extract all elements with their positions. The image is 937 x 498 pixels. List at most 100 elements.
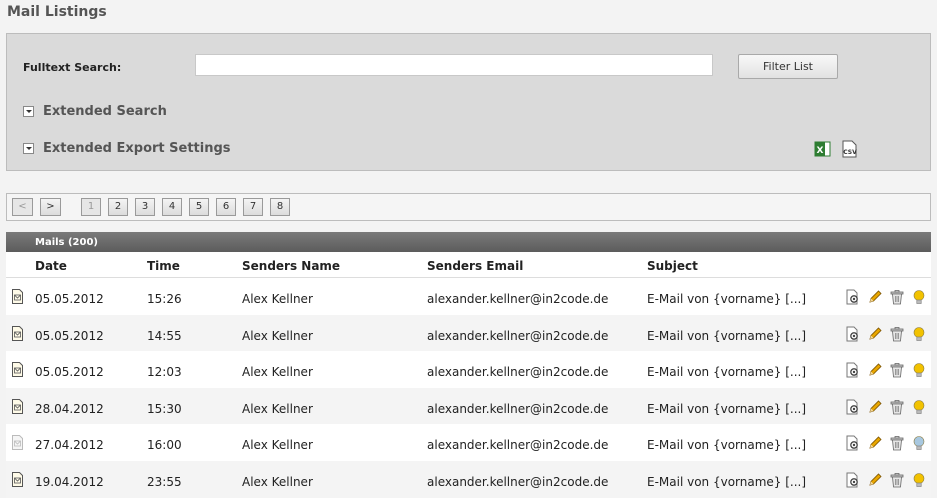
- cell-date: 28.04.2012: [35, 401, 104, 416]
- extended-export-toggle[interactable]: Extended Export Settings: [23, 141, 231, 156]
- page-button[interactable]: 8: [270, 198, 290, 216]
- cell-date: 05.05.2012: [35, 365, 104, 380]
- mails-count-title: Mails (200): [35, 237, 99, 248]
- mail-document-icon: [12, 325, 23, 341]
- extended-search-toggle[interactable]: Extended Search: [23, 104, 167, 119]
- column-header-senders-name[interactable]: Senders Name: [242, 259, 340, 273]
- cell-name: Alex Kellner: [242, 438, 313, 453]
- column-header-date[interactable]: Date: [35, 259, 67, 273]
- fulltext-search-label: Fulltext Search:: [23, 61, 122, 74]
- cell-email: alexander.kellner@in2code.de: [427, 474, 609, 489]
- edit-pencil-icon[interactable]: [867, 472, 883, 488]
- delete-trash-icon[interactable]: [889, 289, 905, 305]
- next-page-button[interactable]: >: [40, 198, 61, 216]
- view-icon[interactable]: [845, 399, 861, 415]
- cell-name: Alex Kellner: [242, 474, 313, 489]
- cell-time: 14:55: [147, 328, 182, 343]
- edit-pencil-icon[interactable]: [867, 435, 883, 451]
- delete-trash-icon[interactable]: [889, 326, 905, 342]
- page-title: Mail Listings: [7, 4, 107, 20]
- cell-name: Alex Kellner: [242, 365, 313, 380]
- cell-email: alexander.kellner@in2code.de: [427, 292, 609, 306]
- column-header-time[interactable]: Time: [147, 259, 180, 273]
- pagination-bar: < > 12345678: [6, 193, 931, 221]
- page-button[interactable]: 1: [81, 198, 101, 216]
- cell-subject: E-Mail von {vorname} [...]: [647, 292, 807, 306]
- view-icon[interactable]: [845, 362, 861, 378]
- cell-email: alexander.kellner@in2code.de: [427, 365, 609, 380]
- cell-name: Alex Kellner: [242, 328, 313, 343]
- edit-pencil-icon[interactable]: [867, 362, 883, 378]
- mail-document-icon: [12, 471, 23, 487]
- table-row[interactable]: 27.04.2012 16:00 Alex Kellner alexander.kel…: [6, 424, 931, 461]
- edit-pencil-icon[interactable]: [867, 399, 883, 415]
- mails-table: Date Time Senders Name Senders Email Sub…: [6, 252, 931, 498]
- table-header: Date Time Senders Name Senders Email Sub…: [6, 252, 931, 278]
- excel-export-icon[interactable]: X: [814, 140, 832, 158]
- cell-name: Alex Kellner: [242, 292, 313, 306]
- delete-trash-icon[interactable]: [889, 362, 905, 378]
- cell-time: 12:03: [147, 365, 182, 380]
- svg-text:CSV: CSV: [843, 149, 857, 156]
- fulltext-search-input[interactable]: [195, 54, 713, 76]
- view-icon[interactable]: [845, 326, 861, 342]
- extended-search-label: Extended Search: [43, 104, 167, 119]
- column-header-subject[interactable]: Subject: [647, 259, 698, 273]
- table-row[interactable]: 05.05.2012 14:55 Alex Kellner alexander.kel…: [6, 314, 931, 352]
- cell-date: 05.05.2012: [35, 328, 104, 343]
- view-icon[interactable]: [845, 289, 861, 305]
- delete-trash-icon[interactable]: [889, 472, 905, 488]
- mail-document-icon: [12, 362, 23, 378]
- cell-email: alexander.kellner@in2code.de: [427, 328, 609, 343]
- cell-date: 05.05.2012: [35, 292, 104, 306]
- table-row[interactable]: 19.04.2012 23:55 Alex Kellner alexander.kel…: [6, 460, 931, 498]
- cell-subject: E-Mail von {vorname} [...]: [647, 438, 807, 453]
- cell-date: 19.04.2012: [35, 474, 104, 489]
- cell-subject: E-Mail von {vorname} [...]: [647, 401, 807, 416]
- prev-page-button[interactable]: <: [12, 198, 33, 216]
- visibility-bulb-icon[interactable]: [911, 399, 927, 415]
- page-button[interactable]: 3: [135, 198, 155, 216]
- mail-document-icon: [12, 435, 23, 451]
- extended-export-label: Extended Export Settings: [43, 141, 231, 156]
- edit-pencil-icon[interactable]: [867, 289, 883, 305]
- visibility-bulb-icon[interactable]: [911, 289, 927, 305]
- table-row[interactable]: 05.05.2012 15:26 Alex Kellner alexander.kel…: [6, 278, 931, 315]
- filter-list-button[interactable]: Filter List: [738, 54, 838, 79]
- cell-time: 15:30: [147, 401, 182, 416]
- mail-document-icon: [12, 398, 23, 414]
- cell-subject: E-Mail von {vorname} [...]: [647, 328, 807, 343]
- page-button[interactable]: 6: [216, 198, 236, 216]
- visibility-bulb-icon[interactable]: [911, 362, 927, 378]
- delete-trash-icon[interactable]: [889, 399, 905, 415]
- page-button[interactable]: 2: [108, 198, 128, 216]
- page-button[interactable]: 7: [243, 198, 263, 216]
- view-icon[interactable]: [845, 435, 861, 451]
- svg-text:X: X: [817, 146, 824, 156]
- column-header-senders-email[interactable]: Senders Email: [427, 259, 523, 273]
- visibility-bulb-icon[interactable]: [911, 435, 927, 451]
- page-button[interactable]: 4: [162, 198, 182, 216]
- csv-export-icon[interactable]: CSV: [840, 140, 860, 158]
- table-row[interactable]: 05.05.2012 12:03 Alex Kellner alexander.kel…: [6, 351, 931, 388]
- visibility-bulb-icon[interactable]: [911, 326, 927, 342]
- cell-subject: E-Mail von {vorname} [...]: [647, 365, 807, 380]
- cell-date: 27.04.2012: [35, 438, 104, 453]
- table-row[interactable]: 28.04.2012 15:30 Alex Kellner alexander.kel…: [6, 387, 931, 425]
- chevron-down-icon: [23, 106, 34, 117]
- chevron-down-icon: [23, 143, 34, 154]
- search-panel: Fulltext Search: Filter List Extended Se…: [6, 33, 931, 171]
- delete-trash-icon[interactable]: [889, 435, 905, 451]
- cell-time: 23:55: [147, 474, 182, 489]
- edit-pencil-icon[interactable]: [867, 326, 883, 342]
- visibility-bulb-icon[interactable]: [911, 472, 927, 488]
- view-icon[interactable]: [845, 472, 861, 488]
- page-button[interactable]: 5: [189, 198, 209, 216]
- cell-name: Alex Kellner: [242, 401, 313, 416]
- cell-email: alexander.kellner@in2code.de: [427, 401, 609, 416]
- mails-header: Mails (200): [6, 232, 931, 252]
- cell-time: 15:26: [147, 292, 182, 306]
- cell-time: 16:00: [147, 438, 182, 453]
- cell-email: alexander.kellner@in2code.de: [427, 438, 609, 453]
- cell-subject: E-Mail von {vorname} [...]: [647, 474, 807, 489]
